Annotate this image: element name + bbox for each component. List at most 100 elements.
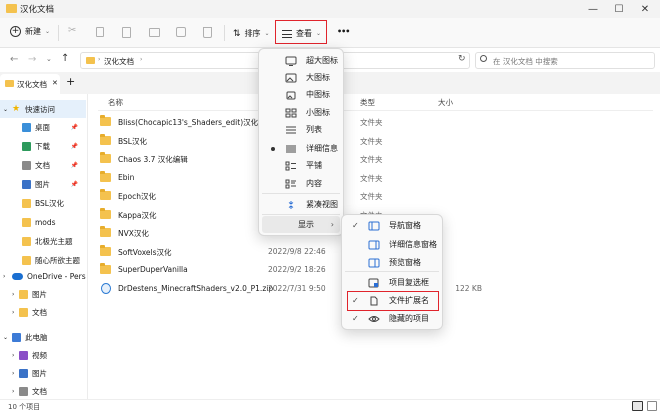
show-menu-item[interactable]: 详细信息窗格 (345, 236, 439, 253)
close-button[interactable]: ✕ (632, 0, 658, 18)
sidebar-item[interactable]: 桌面 📌 (0, 118, 86, 136)
file-name: NVX汉化 (118, 229, 149, 238)
search-input[interactable]: 在 汉化文档 中搜索 (493, 56, 558, 67)
column-header-type[interactable]: 类型 (360, 97, 375, 108)
file-row[interactable]: Chaos 3.7 汉化编辑 文件夹 (98, 150, 653, 168)
delete-icon[interactable] (203, 27, 212, 38)
view-menu-item[interactable]: 中图标 (262, 86, 340, 103)
file-row[interactable]: BSL汉化 文件夹 (98, 132, 653, 150)
nav-pane-icon (367, 221, 381, 231)
sidebar-item[interactable]: mods (0, 213, 86, 231)
view-menu-item[interactable]: 小图标 (262, 104, 340, 121)
sidebar-item[interactable]: 文档 📌 (0, 156, 86, 174)
paste-icon[interactable] (122, 27, 131, 38)
file-type: 文件夹 (360, 118, 383, 127)
details-view-toggle[interactable] (632, 401, 643, 411)
tiles-view-toggle[interactable] (647, 401, 657, 411)
folder-icon (22, 236, 31, 246)
chevron-down-icon: ⌄ (264, 30, 270, 37)
sidebar-item[interactable]: 图片 📌 (0, 175, 86, 193)
folder-icon (100, 189, 111, 200)
status-bar (0, 399, 660, 413)
view-menu-item[interactable]: 列表 (262, 121, 340, 138)
maximize-button[interactable]: ☐ (606, 0, 632, 18)
show-menu-item[interactable]: 项目复选框 (345, 274, 439, 291)
menu-item-label: 平铺 (306, 161, 322, 170)
sidebar-label: 文档 (32, 386, 47, 396)
folder-icon (22, 255, 31, 265)
show-menu-item[interactable]: 预览窗格 (345, 254, 439, 271)
cut-icon[interactable]: ✂ (68, 25, 76, 36)
new-button[interactable]: + 新建 ⌄ (10, 26, 50, 37)
chevron-right-icon: › (12, 387, 15, 395)
file-extension-highlight (347, 291, 439, 311)
sort-button[interactable]: ⇅ 排序 ⌄ (233, 28, 270, 39)
menu-item-label: 详细信息 (306, 144, 338, 153)
menu-item-label: 内容 (306, 179, 322, 188)
back-icon[interactable]: ← (10, 54, 18, 65)
history-chevron-icon[interactable]: ⌄ (46, 55, 52, 63)
rename-icon[interactable] (149, 28, 160, 37)
forward-icon[interactable]: → (28, 54, 36, 65)
sidebar-this-pc[interactable]: ⌄ 此电脑 (0, 328, 86, 346)
view-button[interactable]: 查看 ⌄ (282, 28, 321, 39)
menu-item-label: 中图标 (306, 90, 330, 99)
sidebar-pc-pictures[interactable]: › 图片 (0, 364, 86, 382)
window-title: 汉化文档 (20, 5, 55, 15)
sidebar-item[interactable]: BSL汉化 (0, 194, 86, 212)
refresh-icon[interactable]: ↻ (458, 54, 466, 64)
chevron-down-icon: ⌄ (316, 30, 322, 37)
view-menu-item[interactable]: 超大图标 (262, 52, 340, 69)
column-header-name[interactable]: 名称 (108, 97, 123, 108)
compact-view-item[interactable]: 紧凑视图 (262, 196, 340, 213)
video-icon (19, 350, 28, 360)
view-menu-item[interactable]: 大图标 (262, 69, 340, 86)
sidebar-pc-docs[interactable]: › 文档 (0, 382, 86, 400)
sidebar-onedrive-docs[interactable]: › 文档 (0, 303, 86, 321)
sidebar-label: 图片 (35, 179, 50, 189)
chevron-right-icon: › (12, 290, 15, 298)
folder-icon (100, 226, 111, 237)
file-type: 文件夹 (360, 192, 383, 201)
sidebar-onedrive[interactable]: › OneDrive - Pers (0, 267, 86, 285)
show-menu-item[interactable]: ✓ 隐藏的项目 (345, 310, 439, 327)
show-menu-item[interactable]: ✓ 导航窗格 (345, 217, 439, 234)
cloud-icon (12, 272, 23, 280)
sidebar-item[interactable]: 下载 📌 (0, 137, 86, 155)
content-icon (284, 179, 298, 189)
sidebar-onedrive-pictures[interactable]: › 图片 (0, 285, 86, 303)
sort-label: 排序 (244, 29, 261, 38)
copy-icon[interactable] (96, 27, 104, 37)
sidebar-label: 下载 (35, 141, 50, 151)
sidebar-pc-videos[interactable]: › 视频 (0, 346, 86, 364)
sidebar-item[interactable]: 北极光主题 (0, 232, 86, 250)
chevron-right-icon: › (12, 369, 15, 377)
folder-icon (100, 152, 111, 163)
toolbar-divider (58, 25, 59, 41)
menu-item-label: 导航窗格 (389, 221, 421, 230)
view-menu-item[interactable]: 平铺 (262, 157, 340, 174)
view-menu-item[interactable]: 内容 (262, 175, 340, 192)
sidebar-quick-access[interactable]: ⌄ ★ 快速访问 (0, 100, 86, 118)
minimize-button[interactable]: — (580, 0, 606, 18)
pictures-icon (19, 368, 28, 378)
file-row[interactable]: Epoch汉化 文件夹 (98, 187, 653, 205)
file-name: Chaos 3.7 汉化编辑 (118, 155, 188, 164)
view-menu-item[interactable]: 详细信息 (262, 140, 340, 157)
file-row[interactable]: Ebin 文件夹 (98, 169, 653, 187)
more-button[interactable]: ••• (337, 27, 350, 36)
column-divider (98, 110, 653, 111)
sidebar-label: 快速访问 (25, 104, 55, 114)
tab-close-icon[interactable]: ✕ (52, 79, 58, 87)
breadcrumb-current[interactable]: 汉化文档 (104, 56, 134, 67)
pin-icon: 📌 (70, 123, 78, 131)
column-header-size[interactable]: 大小 (438, 97, 453, 108)
share-icon[interactable] (176, 27, 186, 37)
new-tab-button[interactable]: + (66, 75, 75, 88)
file-name: BSL汉化 (118, 136, 147, 146)
sort-icon: ⇅ (233, 28, 241, 39)
show-menu-item[interactable]: 显示 › (262, 216, 340, 233)
up-icon[interactable]: ↑ (61, 53, 69, 64)
sidebar-label: 随心所欲主题 (35, 255, 80, 265)
file-row[interactable]: Bliss(Chocapic13's_Shaders_edit)汉化 文件夹 (98, 113, 653, 131)
